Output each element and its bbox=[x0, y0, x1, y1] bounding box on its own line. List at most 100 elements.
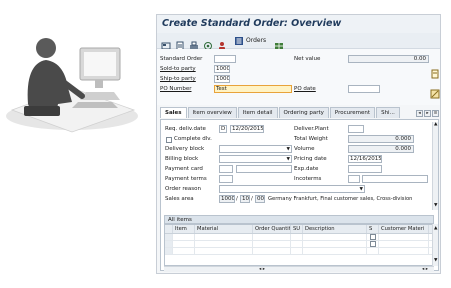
ship-to-field[interactable]: 1000 bbox=[214, 75, 230, 83]
order-quantity-cell[interactable] bbox=[253, 234, 291, 240]
printer-icon[interactable] bbox=[189, 36, 199, 49]
column-header-su[interactable]: SU bbox=[291, 225, 303, 233]
view-icon[interactable] bbox=[203, 36, 213, 50]
column-header-item[interactable]: Item bbox=[173, 225, 195, 233]
tab-item-detail[interactable]: Item detail bbox=[237, 107, 278, 118]
net-value-field: 0.00 bbox=[348, 55, 429, 63]
complete-delivery-checkbox[interactable] bbox=[166, 137, 172, 143]
po-date-field[interactable] bbox=[348, 85, 380, 93]
sales-area-separator: / bbox=[236, 196, 238, 202]
tab-procurement[interactable]: Procurement bbox=[329, 107, 376, 118]
payment-card-number-field[interactable] bbox=[236, 165, 292, 173]
sales-area-label: Sales area bbox=[165, 196, 194, 202]
incoterms-code-field[interactable] bbox=[348, 175, 360, 183]
deliver-plant-field[interactable] bbox=[348, 125, 364, 133]
select-all-cell[interactable] bbox=[165, 225, 173, 233]
material-cell[interactable] bbox=[195, 248, 253, 254]
incoterms-label: Incoterms bbox=[294, 176, 322, 182]
req-deliv-date-field[interactable]: 12/20/2015 bbox=[230, 125, 264, 133]
material-cell[interactable] bbox=[195, 234, 253, 240]
sold-to-label[interactable]: Sold-to party bbox=[160, 66, 196, 72]
material-cell[interactable] bbox=[195, 241, 253, 247]
su-cell[interactable] bbox=[291, 234, 303, 240]
status-checkbox[interactable] bbox=[370, 241, 376, 247]
row-selector[interactable] bbox=[165, 241, 173, 247]
tab-list-icon[interactable]: ≡ bbox=[432, 109, 439, 117]
column-header-description[interactable]: Description bbox=[303, 225, 367, 233]
items-table: Item Material Order Quantity SU Descript… bbox=[164, 224, 434, 266]
all-items-header: All items bbox=[164, 215, 434, 224]
document-detail-icon[interactable] bbox=[430, 64, 440, 79]
customer-material-cell[interactable] bbox=[379, 234, 429, 240]
table-row[interactable] bbox=[165, 248, 433, 255]
description-cell[interactable] bbox=[303, 234, 367, 240]
scroll-up-icon[interactable]: ▲ bbox=[434, 226, 437, 231]
dropdown-arrow-icon: ▼ bbox=[286, 157, 290, 162]
exp-date-label: Exp.date bbox=[294, 166, 319, 172]
column-header-material[interactable]: Material bbox=[195, 225, 253, 233]
sales-area-description: Germany Frankfurt, Final customer sales,… bbox=[268, 196, 413, 202]
deliver-plant-label: Deliver.Plant bbox=[294, 126, 329, 132]
order-reason-select[interactable]: ▼ bbox=[219, 185, 365, 193]
row-selector[interactable] bbox=[165, 234, 173, 240]
status-cell[interactable] bbox=[367, 248, 379, 254]
description-cell[interactable] bbox=[303, 241, 367, 247]
column-header-order-quantity[interactable]: Order Quantity bbox=[253, 225, 291, 233]
document-icon[interactable] bbox=[175, 36, 185, 50]
payment-card-type-field[interactable] bbox=[219, 165, 233, 173]
column-header-s[interactable]: S bbox=[367, 225, 379, 233]
tab-shipping[interactable]: Shi... bbox=[376, 107, 400, 118]
pricing-date-field[interactable]: 12/16/2015 bbox=[348, 155, 382, 163]
req-deliv-unit-field[interactable]: D bbox=[219, 125, 227, 133]
description-cell[interactable] bbox=[303, 248, 367, 254]
su-cell[interactable] bbox=[291, 248, 303, 254]
customer-material-cell[interactable] bbox=[379, 241, 429, 247]
tab-navigation: ◂ ▸ ≡ bbox=[416, 107, 439, 119]
tab-item-overview[interactable]: Item overview bbox=[187, 107, 237, 118]
su-cell[interactable] bbox=[291, 241, 303, 247]
tab-scroll-left-icon[interactable]: ◂ bbox=[416, 109, 423, 117]
incoterms-location-field[interactable] bbox=[362, 175, 428, 183]
display-icon[interactable] bbox=[161, 36, 171, 49]
scroll-up-icon[interactable]: ▲ bbox=[434, 122, 437, 127]
status-checkbox[interactable] bbox=[370, 234, 376, 240]
delivery-block-select[interactable]: ▼ bbox=[219, 145, 292, 153]
sold-to-field[interactable]: 1000 bbox=[214, 65, 230, 73]
scroll-end-icon[interactable]: ◂ ▸ bbox=[422, 267, 428, 272]
billing-block-select[interactable]: ▼ bbox=[219, 155, 292, 163]
exp-date-field[interactable] bbox=[348, 165, 382, 173]
payment-terms-field[interactable] bbox=[219, 175, 233, 183]
division-field: 00 bbox=[255, 195, 265, 203]
tab-sales[interactable]: Sales bbox=[160, 107, 187, 118]
scroll-down-icon[interactable]: ▼ bbox=[434, 203, 437, 208]
order-reason-label: Order reason bbox=[165, 186, 201, 192]
customer-material-cell[interactable] bbox=[379, 248, 429, 254]
table-row[interactable] bbox=[165, 234, 433, 241]
po-number-field[interactable]: Test bbox=[214, 85, 292, 93]
item-cell[interactable] bbox=[173, 234, 195, 240]
item-cell[interactable] bbox=[173, 241, 195, 247]
grid-icon[interactable] bbox=[274, 36, 284, 49]
row-selector[interactable] bbox=[165, 248, 173, 254]
status-cell[interactable] bbox=[367, 234, 379, 240]
tab-ordering-party[interactable]: Ordering party bbox=[278, 107, 329, 118]
items-vertical-scrollbar[interactable]: ▲ ▼ bbox=[432, 224, 438, 266]
user-icon[interactable] bbox=[217, 36, 227, 50]
edit-icon[interactable] bbox=[430, 84, 440, 99]
order-quantity-cell[interactable] bbox=[253, 248, 291, 254]
status-cell[interactable] bbox=[367, 241, 379, 247]
items-horizontal-scrollbar[interactable]: ◂ ▸ ◂ ▸ bbox=[164, 266, 434, 272]
ship-to-label[interactable]: Ship-to party bbox=[160, 76, 196, 82]
column-header-customer-material[interactable]: Customer Materi bbox=[379, 225, 429, 233]
table-row[interactable] bbox=[165, 241, 433, 248]
po-date-label[interactable]: PO date bbox=[294, 86, 316, 92]
tab-scroll-right-icon[interactable]: ▸ bbox=[424, 109, 431, 117]
panel-vertical-scrollbar[interactable]: ▲ ▼ bbox=[432, 122, 438, 210]
scroll-down-icon[interactable]: ▼ bbox=[434, 258, 437, 263]
standard-order-field[interactable] bbox=[214, 55, 236, 63]
order-quantity-cell[interactable] bbox=[253, 241, 291, 247]
scroll-left-icon[interactable]: ◂ ▸ bbox=[259, 267, 265, 272]
item-cell[interactable] bbox=[173, 248, 195, 254]
orders-button[interactable]: Orders bbox=[234, 36, 266, 46]
po-number-label[interactable]: PO Number bbox=[160, 86, 192, 92]
